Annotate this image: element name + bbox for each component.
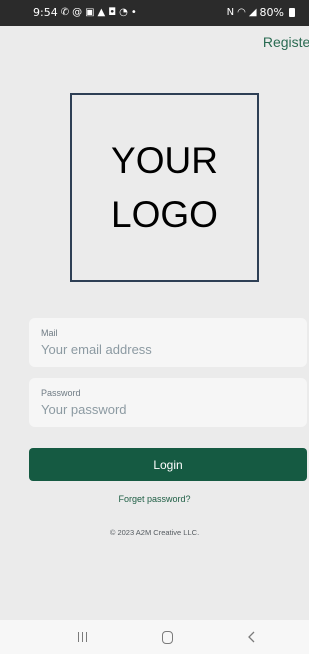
home-icon (161, 630, 173, 644)
status-left: 9:54 ✆ @ ▣ ▲ ◘ ◔ • (33, 6, 137, 19)
home-button[interactable] (137, 620, 197, 654)
email-input[interactable] (41, 342, 291, 357)
logo-line-2: LOGO (111, 193, 218, 235)
wifi-icon: ◠ (237, 6, 246, 18)
battery-icon (289, 8, 295, 17)
messenger-icon: ✆ (60, 6, 70, 18)
more-notifications-dot: • (130, 6, 137, 18)
copyright-text: © 2023 A2M Creative LLC. (109, 528, 200, 537)
login-screen: 9:54 ✆ @ ▣ ▲ ◘ ◔ • N ◠ ◢ 80% Register YO… (0, 0, 309, 654)
podcast-icon: ◘ (108, 6, 117, 18)
threads-icon: @ (72, 6, 83, 18)
forgot-password-link[interactable]: Forget password? (0, 494, 309, 504)
password-label: Password (41, 388, 81, 398)
password-input[interactable] (41, 402, 291, 417)
w-app-icon: ▣ (85, 6, 95, 18)
register-link[interactable]: Register (263, 34, 309, 50)
recents-icon (77, 632, 87, 642)
system-nav-bar (0, 620, 309, 654)
status-bar: 9:54 ✆ @ ▣ ▲ ◘ ◔ • N ◠ ◢ 80% (0, 0, 309, 26)
logo-line-1: YOUR (111, 139, 218, 181)
battery-percent: 80% (259, 6, 284, 19)
logo-placeholder: YOUR LOGO (70, 93, 259, 282)
status-right: N ◠ ◢ 80% (227, 6, 295, 19)
password-field[interactable]: Password (29, 378, 307, 427)
recents-button[interactable] (52, 620, 112, 654)
status-time: 9:54 (33, 6, 58, 19)
nfc-icon: N (226, 6, 235, 18)
record-icon: ◔ (119, 6, 128, 18)
mail-label: Mail (41, 328, 58, 338)
alert-icon: ▲ (97, 6, 106, 18)
back-button[interactable] (222, 620, 282, 654)
signal-icon: ◢ (248, 6, 257, 18)
chevron-left-icon (248, 631, 255, 643)
login-button[interactable]: Login (29, 448, 307, 481)
mail-field[interactable]: Mail (29, 318, 307, 367)
